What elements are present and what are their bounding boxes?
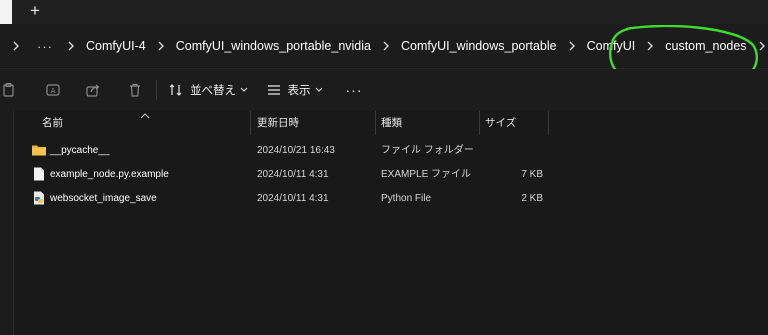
chevron-right-icon[interactable] bbox=[637, 41, 663, 51]
file-list: 名前 更新日時 種類 サイズ __pycache__ 2024/10/21 16… bbox=[14, 111, 768, 335]
column-divider[interactable] bbox=[375, 111, 376, 135]
file-name[interactable]: example_node.py.example bbox=[50, 163, 169, 187]
chevron-down-icon bbox=[315, 87, 323, 93]
sort-label: 並べ替え bbox=[190, 85, 236, 97]
paste-icon[interactable] bbox=[0, 69, 22, 111]
delete-icon[interactable] bbox=[124, 69, 146, 111]
view-lines-icon bbox=[267, 85, 280, 95]
command-bar: A 並べ替え 表示 ··· bbox=[0, 69, 768, 111]
tab-strip: + bbox=[0, 0, 768, 24]
file-name[interactable]: websocket_image_save bbox=[50, 187, 157, 211]
file-modified: 2024/10/11 4:31 bbox=[257, 169, 329, 180]
file-size: 2 KB bbox=[521, 193, 543, 204]
breadcrumb-overflow-button[interactable]: ··· bbox=[32, 39, 58, 54]
breadcrumb: ··· ComfyUI-4 ComfyUI_windows_portable_n… bbox=[0, 24, 768, 68]
new-tab-button[interactable]: + bbox=[26, 1, 44, 21]
navigation-pane[interactable] bbox=[0, 111, 14, 335]
breadcrumb-item-portable-nvidia[interactable]: ComfyUI_windows_portable_nvidia bbox=[174, 39, 373, 53]
share-icon[interactable] bbox=[82, 69, 104, 111]
document-icon bbox=[34, 167, 44, 181]
chevron-right-icon[interactable] bbox=[148, 41, 174, 51]
file-type: ファイル フォルダー bbox=[381, 145, 474, 156]
column-header-row: 名前 更新日時 種類 サイズ bbox=[14, 111, 768, 135]
breadcrumb-item-portable[interactable]: ComfyUI_windows_portable bbox=[399, 39, 559, 53]
chevron-right-icon[interactable] bbox=[559, 41, 585, 51]
breadcrumb-item-comfyui-4[interactable]: ComfyUI-4 bbox=[84, 39, 148, 53]
column-header-size[interactable]: サイズ bbox=[485, 111, 516, 135]
active-tab-edge[interactable] bbox=[0, 0, 12, 24]
column-header-modified[interactable]: 更新日時 bbox=[257, 111, 299, 135]
more-options-button[interactable]: ··· bbox=[340, 69, 368, 111]
breadcrumb-item-custom-nodes[interactable]: custom_nodes bbox=[663, 39, 748, 53]
view-button[interactable]: 表示 bbox=[262, 69, 326, 111]
rename-icon[interactable]: A bbox=[42, 69, 64, 111]
more-options-label: ··· bbox=[345, 82, 363, 98]
toolbar-divider bbox=[156, 80, 157, 100]
file-row[interactable]: websocket_image_save 2024/10/11 4:31 Pyt… bbox=[14, 187, 768, 211]
file-type: EXAMPLE ファイル bbox=[381, 169, 472, 180]
folder-icon bbox=[32, 145, 46, 156]
file-type: Python File bbox=[381, 193, 432, 204]
chevron-right-icon[interactable] bbox=[749, 41, 768, 51]
column-header-type[interactable]: 種類 bbox=[381, 111, 402, 135]
sort-arrows-icon bbox=[169, 84, 182, 96]
sort-button[interactable]: 並べ替え bbox=[168, 69, 248, 111]
column-divider[interactable] bbox=[548, 111, 549, 135]
chevron-right-icon[interactable] bbox=[0, 41, 32, 51]
sort-ascending-icon bbox=[140, 113, 150, 119]
chevron-right-icon[interactable] bbox=[373, 41, 399, 51]
file-modified: 2024/10/11 4:31 bbox=[257, 193, 329, 204]
chevron-right-icon[interactable] bbox=[58, 41, 84, 51]
column-divider[interactable] bbox=[250, 111, 251, 135]
column-header-name[interactable]: 名前 bbox=[42, 111, 63, 135]
file-size bbox=[493, 139, 543, 163]
file-name[interactable]: __pycache__ bbox=[50, 139, 110, 163]
file-row[interactable]: __pycache__ 2024/10/21 16:43 ファイル フォルダー bbox=[14, 139, 768, 163]
python-file-icon bbox=[34, 191, 44, 205]
file-row[interactable]: example_node.py.example 2024/10/11 4:31 … bbox=[14, 163, 768, 187]
view-label: 表示 bbox=[287, 85, 311, 97]
svg-text:A: A bbox=[51, 87, 56, 95]
column-divider[interactable] bbox=[479, 111, 480, 135]
file-modified: 2024/10/21 16:43 bbox=[257, 145, 335, 156]
chevron-down-icon bbox=[240, 87, 248, 93]
file-size: 7 KB bbox=[521, 169, 543, 180]
breadcrumb-item-comfyui[interactable]: ComfyUI bbox=[585, 39, 638, 53]
address-bar[interactable]: ··· ComfyUI-4 ComfyUI_windows_portable_n… bbox=[0, 24, 768, 89]
